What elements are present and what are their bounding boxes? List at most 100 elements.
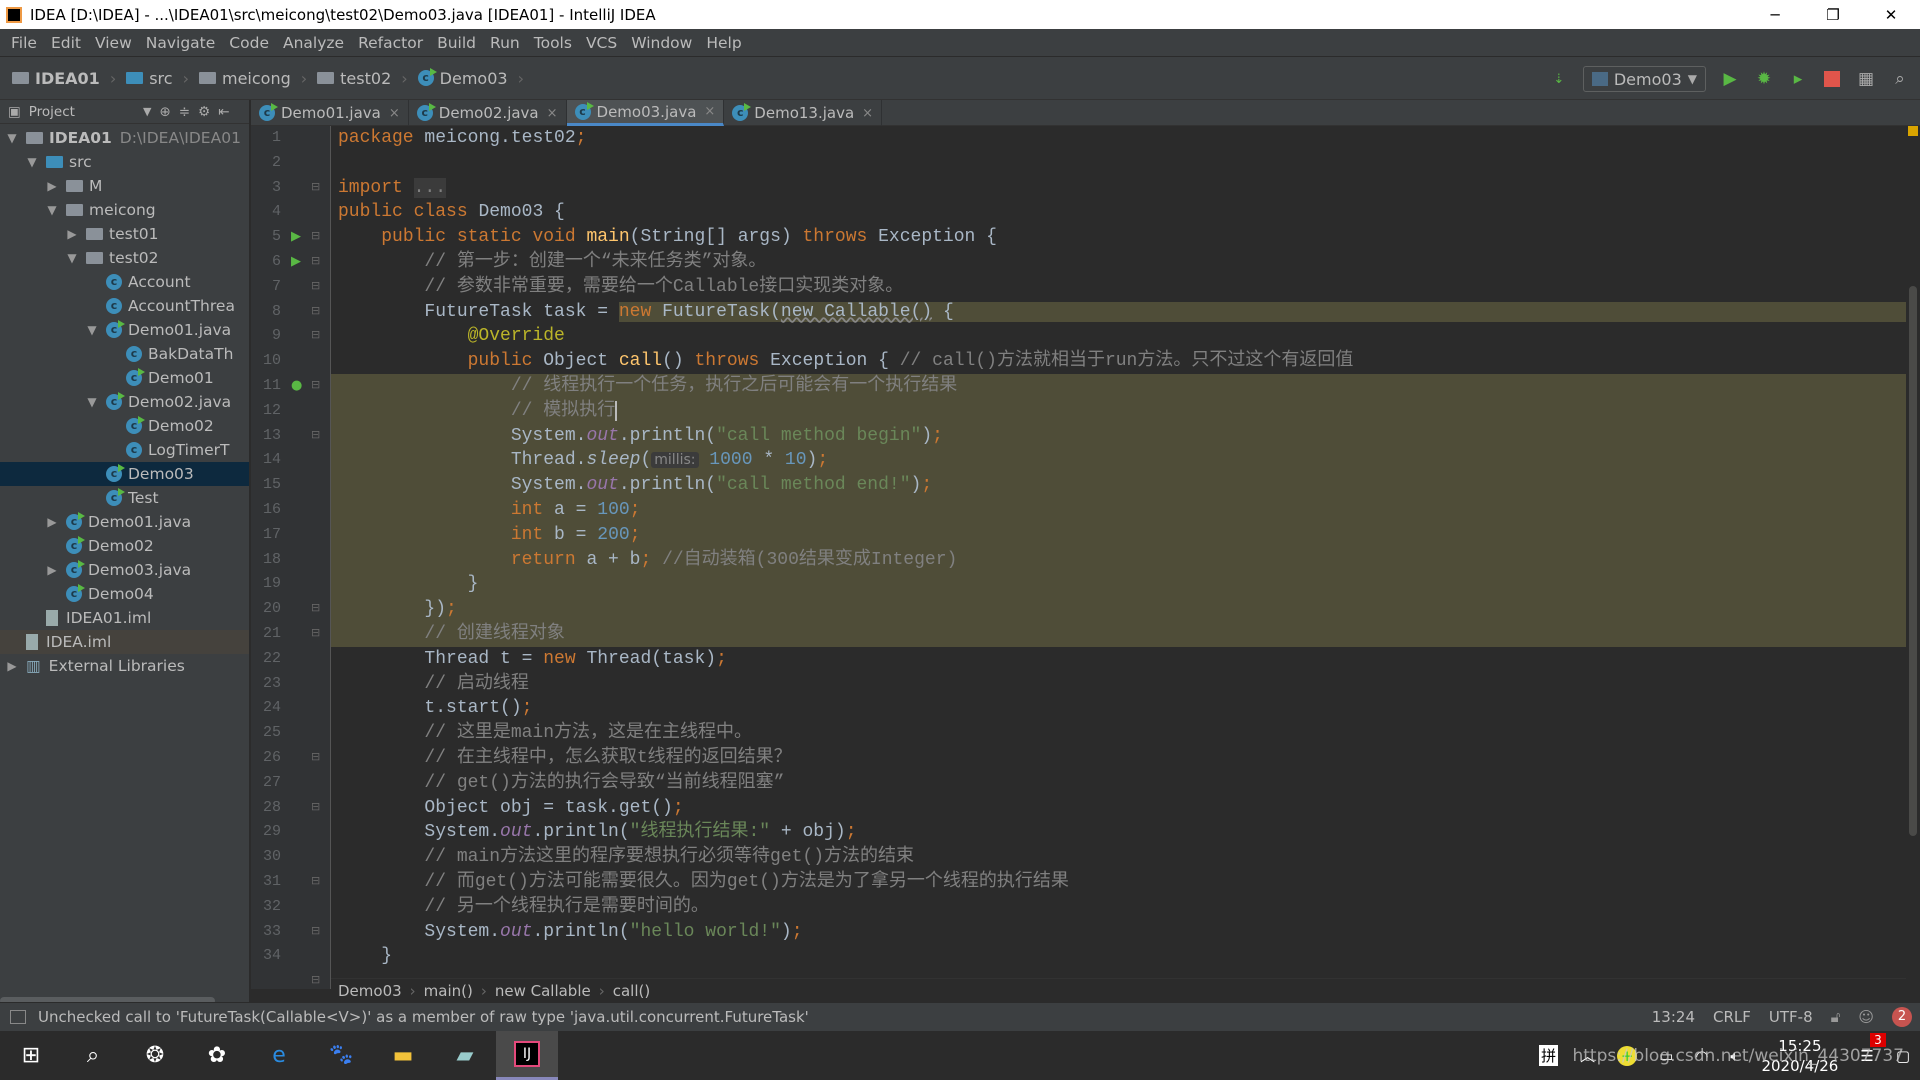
menu-run[interactable]: Run (483, 34, 527, 52)
tree-item[interactable]: c Test (0, 486, 249, 510)
fold-marker-icon[interactable]: ⊟ (311, 428, 320, 441)
task-view-icon[interactable]: ❂ (124, 1031, 186, 1080)
fold-marker-icon[interactable]: ⊟ (311, 180, 320, 193)
hide-icon[interactable]: ⇤ (218, 104, 229, 120)
tree-item[interactable]: ▼ test02 (0, 246, 249, 270)
fold-marker-icon[interactable]: ⊟ (311, 279, 320, 292)
close-icon[interactable]: × (547, 106, 558, 121)
nav-crumb-meicong[interactable]: meicong › (198, 69, 307, 88)
override-gutter-icon[interactable]: ● (291, 378, 302, 393)
tree-item[interactable]: ▶ ▥ External Libraries (0, 654, 249, 678)
tab-demo02-java[interactable]: c Demo02.java × (409, 100, 567, 126)
expand-right-icon[interactable]: ▶ (44, 179, 60, 193)
tree-item[interactable]: c LogTimerT (0, 438, 249, 462)
expand-down-icon[interactable]: ▼ (44, 203, 60, 217)
menu-tools[interactable]: Tools (527, 34, 579, 52)
fold-marker-icon[interactable]: ⊟ (311, 378, 320, 391)
close-icon[interactable]: × (704, 104, 715, 119)
menu-edit[interactable]: Edit (44, 34, 88, 52)
line-separator[interactable]: CRLF (1713, 1008, 1751, 1026)
tree-item[interactable]: c AccountThrea (0, 294, 249, 318)
run-config-select[interactable]: Demo03 ▼ (1582, 66, 1706, 92)
scrollbar-thumb[interactable] (1909, 286, 1917, 836)
tree-item[interactable]: ▼ meicong (0, 198, 249, 222)
debug-icon[interactable]: ✹ (1754, 69, 1774, 89)
menu-vcs[interactable]: VCS (579, 34, 624, 52)
tool-windows-icon[interactable] (10, 1010, 26, 1024)
menu-help[interactable]: Help (699, 34, 748, 52)
menu-refactor[interactable]: Refactor (351, 34, 430, 52)
tab-demo03-java[interactable]: c Demo03.java × (566, 100, 725, 126)
tree-item[interactable]: ▼ c Demo01.java (0, 318, 249, 342)
menu-analyze[interactable]: Analyze (276, 34, 351, 52)
tree-item[interactable]: c Demo04 (0, 582, 249, 606)
build-icon[interactable]: ⇣ (1549, 69, 1569, 89)
expand-down-icon[interactable]: ▼ (24, 155, 40, 169)
close-button[interactable]: ✕ (1862, 0, 1920, 29)
expand-right-icon[interactable]: ▶ (44, 515, 60, 529)
stop-icon[interactable] (1822, 69, 1842, 89)
tree-item[interactable]: ▶ c Demo03.java (0, 558, 249, 582)
nav-crumb-test02[interactable]: test02 › (317, 69, 408, 88)
tree-item[interactable]: ▼ c Demo02.java (0, 390, 249, 414)
run-gutter-icon[interactable]: ▶ (291, 229, 301, 244)
search-icon[interactable]: ⌕ (1890, 69, 1910, 89)
tree-item[interactable]: c Account (0, 270, 249, 294)
caret-position[interactable]: 13:24 (1652, 1008, 1695, 1026)
fold-marker-icon[interactable]: ⊟ (311, 800, 320, 813)
tree-item[interactable]: c Demo03 (0, 462, 249, 486)
tree-item[interactable]: ▶ M (0, 174, 249, 198)
lock-icon[interactable]: 🔓︎ (1831, 1008, 1841, 1026)
fold-marker-icon[interactable]: ⊟ (311, 626, 320, 639)
app-icon[interactable]: ✿ (186, 1031, 248, 1080)
menu-code[interactable]: Code (222, 34, 276, 52)
expand-down-icon[interactable]: ▼ (4, 131, 20, 145)
menu-view[interactable]: View (88, 34, 139, 52)
warning-marker[interactable] (1908, 126, 1918, 136)
run-icon[interactable]: ▶ (1720, 69, 1740, 89)
code-editor[interactable]: package meicong.test02; import ... public … (331, 126, 1906, 989)
tree-item[interactable]: ▼ src (0, 150, 249, 174)
fold-marker-icon[interactable]: ⊟ (311, 229, 320, 242)
chevron-down-icon[interactable]: ▼ (143, 105, 151, 118)
gear-icon[interactable]: ⚙ (198, 104, 210, 120)
expand-down-icon[interactable]: ▼ (84, 323, 100, 337)
fold-marker-icon[interactable]: ⊟ (311, 973, 320, 986)
fold-marker-icon[interactable]: ⊟ (311, 750, 320, 763)
search-icon[interactable]: ⌕ (62, 1031, 124, 1080)
vertical-scrollbar[interactable] (1906, 126, 1920, 989)
expand-down-icon[interactable]: ▼ (64, 251, 80, 265)
baidu-icon[interactable]: 🐾︎ (310, 1031, 372, 1080)
menu-file[interactable]: File (4, 34, 44, 52)
project-structure-icon[interactable]: ▦ (1856, 69, 1876, 89)
close-icon[interactable]: × (862, 106, 873, 121)
breadcrumb-2[interactable]: new Callable (495, 982, 591, 1000)
nav-crumb-project[interactable]: IDEA01 › (12, 69, 116, 88)
fold-marker-icon[interactable]: ⊟ (311, 254, 320, 267)
close-icon[interactable]: × (389, 106, 400, 121)
tree-item[interactable]: c Demo02 (0, 534, 249, 558)
expand-right-icon[interactable]: ▶ (64, 227, 80, 241)
collapse-icon[interactable]: ≑ (179, 104, 190, 120)
file-explorer-icon[interactable]: ▬ (372, 1031, 434, 1080)
intellij-taskbar-icon[interactable]: IJ (496, 1031, 558, 1080)
breadcrumb-3[interactable]: call() (613, 982, 650, 1000)
run-gutter-icon[interactable]: ▶ (291, 254, 301, 269)
project-view-select[interactable]: Project (29, 104, 75, 120)
menu-build[interactable]: Build (430, 34, 483, 52)
expand-right-icon[interactable]: ▶ (4, 659, 20, 673)
coverage-icon[interactable]: ▸ (1788, 69, 1808, 89)
breadcrumb-1[interactable]: main() (424, 982, 473, 1000)
breadcrumb-0[interactable]: Demo03 (338, 982, 402, 1000)
fold-marker-icon[interactable]: ⊟ (311, 601, 320, 614)
nav-crumb-src[interactable]: src › (126, 69, 189, 88)
minimize-button[interactable]: ─ (1746, 0, 1804, 29)
tab-demo13-java[interactable]: c Demo13.java × (724, 100, 883, 126)
fold-marker-icon[interactable]: ⊟ (311, 874, 320, 887)
restore-button[interactable]: ❐ (1804, 0, 1862, 29)
notes-icon[interactable]: ▰ (434, 1031, 496, 1080)
windows-start-icon[interactable]: ⊞ (0, 1031, 62, 1080)
tree-item[interactable]: ▶ c Demo01.java (0, 510, 249, 534)
tab-demo01-java[interactable]: c Demo01.java × (251, 100, 409, 126)
tree-item[interactable]: c Demo01 (0, 366, 249, 390)
